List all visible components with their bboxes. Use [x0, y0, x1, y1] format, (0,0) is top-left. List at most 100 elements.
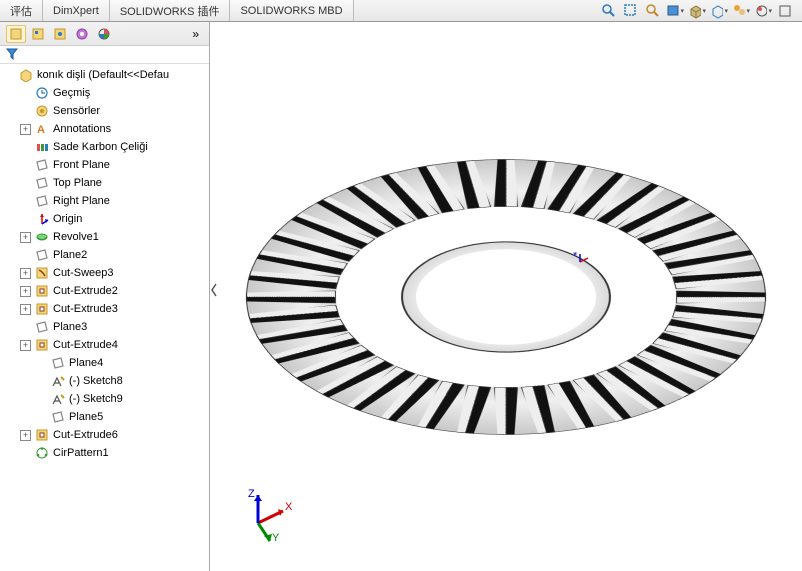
panel-resize-handle[interactable] — [210, 282, 218, 298]
view-triad: X Y Z — [238, 483, 298, 543]
plane-icon — [34, 319, 50, 335]
plane-icon — [50, 355, 66, 371]
hide-show-icon[interactable] — [732, 2, 750, 20]
top-tab-bar: 评估 DimXpert SOLIDWORKS 插件 SOLIDWORKS MBD — [0, 0, 802, 22]
expand-icon[interactable]: + — [20, 232, 31, 243]
feature-manager-panel: » konık dişli (Default<<Defau Geçmiş Sens… — [0, 22, 210, 571]
svg-text:*: * — [573, 252, 578, 262]
cutextrude-icon — [34, 301, 50, 317]
zoom-prev-icon[interactable] — [644, 2, 662, 20]
tree-item[interactable]: Right Plane — [2, 192, 207, 210]
expand-icon[interactable]: + — [20, 340, 31, 351]
tree-item[interactable]: CirPattern1 — [2, 444, 207, 462]
svg-text:A: A — [37, 124, 45, 136]
graphics-viewport[interactable]: * X Y Z — [210, 22, 802, 571]
tree-item[interactable]: (-) Sketch8 — [2, 372, 207, 390]
cutextrude-icon — [34, 337, 50, 353]
expand-icon[interactable]: + — [20, 430, 31, 441]
expand-icon[interactable]: + — [20, 286, 31, 297]
tree-item[interactable]: Sade Karbon Çeliği — [2, 138, 207, 156]
tree-filter[interactable] — [0, 46, 209, 64]
tab-evaluate[interactable]: 评估 — [0, 0, 43, 21]
plane-icon — [34, 175, 50, 191]
tree-item[interactable]: Sensörler — [2, 102, 207, 120]
tree-item-label: Plane4 — [69, 357, 103, 369]
tree-item[interactable]: + Cut-Extrude6 — [2, 426, 207, 444]
triad-z-label: Z — [248, 488, 255, 500]
tree-item-label: Plane5 — [69, 411, 103, 423]
main-area: » konık dişli (Default<<Defau Geçmiş Sens… — [0, 22, 802, 571]
tree-item[interactable]: + Cut-Sweep3 — [2, 264, 207, 282]
tree-item[interactable]: Origin — [2, 210, 207, 228]
tree-item-label: Cut-Extrude4 — [53, 339, 118, 351]
tree-item[interactable]: Plane5 — [2, 408, 207, 426]
property-mgr-tab-icon[interactable] — [28, 25, 48, 43]
section-view-icon[interactable] — [666, 2, 684, 20]
tree-item[interactable]: Plane2 — [2, 246, 207, 264]
history-icon — [34, 85, 50, 101]
triad-y-label: Y — [272, 532, 280, 543]
tree-item[interactable]: + Cut-Extrude4 — [2, 336, 207, 354]
tree-item-label: Sensörler — [53, 105, 100, 117]
tree-item[interactable]: Geçmiş — [2, 84, 207, 102]
origin-marker-icon: * — [570, 252, 590, 272]
sidebar-tabs-more-icon[interactable]: » — [188, 27, 203, 41]
annotations-icon: A — [34, 121, 50, 137]
tree-item-label: Plane2 — [53, 249, 87, 261]
cirpattern-icon — [34, 445, 50, 461]
tree-item-label: Cut-Sweep3 — [53, 267, 114, 279]
sensors-icon — [34, 103, 50, 119]
tree-item-label: Right Plane — [53, 195, 110, 207]
revolve-icon — [34, 229, 50, 245]
render-icon[interactable] — [776, 2, 794, 20]
sketch-icon — [50, 373, 66, 389]
expand-icon[interactable]: + — [20, 304, 31, 315]
plane-icon — [34, 157, 50, 173]
tree-root[interactable]: konık dişli (Default<<Defau — [2, 66, 207, 84]
tree-item-label: Cut-Extrude6 — [53, 429, 118, 441]
tree-item[interactable]: Plane4 — [2, 354, 207, 372]
tree-item[interactable]: +Cut-Extrude2 — [2, 282, 207, 300]
plane-icon — [34, 193, 50, 209]
tree-item-label: Origin — [53, 213, 82, 225]
view-orient-icon[interactable] — [688, 2, 706, 20]
tree-item[interactable]: Plane3 — [2, 318, 207, 336]
bevel-gear-model — [246, 37, 766, 557]
cutextrude-icon — [34, 427, 50, 443]
scene-icon[interactable] — [754, 2, 772, 20]
display-mgr-tab-icon[interactable] — [94, 25, 114, 43]
triad-x-label: X — [285, 501, 293, 513]
tree-item-label: Plane3 — [53, 321, 87, 333]
zoom-fit-icon[interactable] — [600, 2, 618, 20]
tree-item[interactable]: + Revolve1 — [2, 228, 207, 246]
config-mgr-tab-icon[interactable] — [50, 25, 70, 43]
expand-icon[interactable]: + — [20, 268, 31, 279]
tab-mbd[interactable]: SOLIDWORKS MBD — [230, 0, 353, 21]
tree-item[interactable]: +Cut-Extrude3 — [2, 300, 207, 318]
tab-dimxpert[interactable]: DimXpert — [43, 0, 110, 21]
dimxpert-mgr-tab-icon[interactable] — [72, 25, 92, 43]
tree-item-label: (-) Sketch8 — [69, 375, 123, 387]
tree-item-label: Top Plane — [53, 177, 102, 189]
tree-item[interactable]: (-) Sketch9 — [2, 390, 207, 408]
feature-tree: konık dişli (Default<<Defau Geçmiş Sensör… — [0, 64, 209, 571]
tree-item-label: Sade Karbon Çeliği — [53, 141, 148, 153]
tree-root-label: konık dişli (Default<<Defau — [37, 69, 169, 81]
tree-item[interactable]: +AAnnotations — [2, 120, 207, 138]
cutsweep-icon — [34, 265, 50, 281]
feature-tree-tab-icon[interactable] — [6, 25, 26, 43]
sidebar-tabs: » — [0, 22, 209, 46]
part-icon — [18, 67, 34, 83]
sketch-icon — [50, 391, 66, 407]
tree-item-label: (-) Sketch9 — [69, 393, 123, 405]
display-style-icon[interactable] — [710, 2, 728, 20]
zoom-area-icon[interactable] — [622, 2, 640, 20]
material-icon — [34, 139, 50, 155]
tree-item[interactable]: Front Plane — [2, 156, 207, 174]
tab-addins[interactable]: SOLIDWORKS 插件 — [110, 0, 231, 21]
tree-item[interactable]: Top Plane — [2, 174, 207, 192]
plane-icon — [50, 409, 66, 425]
tree-item-label: Revolve1 — [53, 231, 99, 243]
expand-icon[interactable]: + — [20, 124, 31, 135]
cutextrude-icon — [34, 283, 50, 299]
